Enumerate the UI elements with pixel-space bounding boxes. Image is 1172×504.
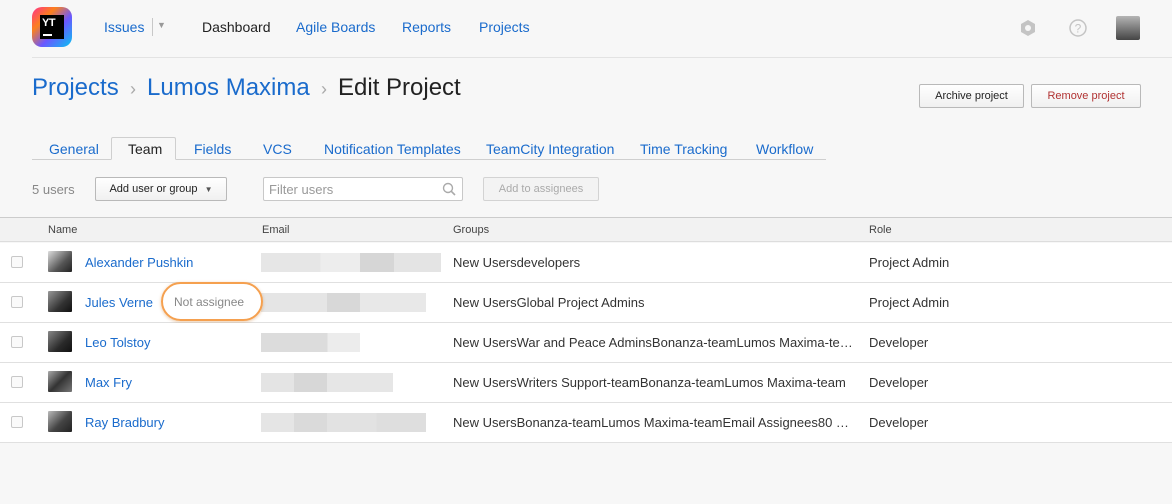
- add-user-button[interactable]: Add user or group ▼: [95, 177, 227, 201]
- email-redacted: [261, 253, 441, 272]
- row-checkbox[interactable]: [11, 376, 23, 388]
- search-icon: [442, 182, 456, 196]
- logo-underline: [43, 34, 52, 36]
- user-role: Project Admin: [869, 295, 950, 310]
- add-user-label: Add user or group: [109, 183, 198, 195]
- user-role: Project Admin: [869, 255, 950, 270]
- user-name-link[interactable]: Ray Bradbury: [85, 415, 164, 430]
- email-redacted: [261, 293, 426, 312]
- breadcrumb-projects[interactable]: Projects: [32, 74, 119, 102]
- filter-users-input[interactable]: Filter users: [263, 177, 463, 201]
- tab-notification-templates[interactable]: Notification Templates: [324, 141, 461, 157]
- user-avatar: [48, 331, 72, 352]
- user-avatar: [48, 251, 72, 272]
- email-redacted: [261, 333, 360, 352]
- add-to-assignees-button[interactable]: Add to assignees: [483, 177, 599, 201]
- not-assignee-badge: Not assignee: [161, 282, 263, 321]
- row-checkbox[interactable]: [11, 336, 23, 348]
- user-avatar: [48, 291, 72, 312]
- nav-issues[interactable]: Issues: [104, 19, 144, 35]
- svg-text:?: ?: [1075, 22, 1082, 36]
- user-groups: New UsersWriters Support-teamBonanza-tea…: [453, 375, 846, 390]
- column-email[interactable]: Email: [262, 224, 290, 236]
- nav-separator: [152, 18, 153, 36]
- user-name-link[interactable]: Jules Verne: [85, 295, 153, 310]
- user-name-link[interactable]: Leo Tolstoy: [85, 335, 151, 350]
- header-divider: [32, 57, 1172, 58]
- nav-dashboard[interactable]: Dashboard: [202, 19, 271, 35]
- user-avatar[interactable]: [1116, 16, 1140, 40]
- tab-teamcity-integration[interactable]: TeamCity Integration: [486, 141, 614, 157]
- settings-icon[interactable]: [1018, 18, 1038, 38]
- filter-placeholder: Filter users: [269, 182, 334, 197]
- tab-team[interactable]: Team: [128, 141, 162, 157]
- email-redacted: [261, 373, 393, 392]
- tab-vcs[interactable]: VCS: [263, 141, 292, 157]
- user-groups: New UsersBonanza-teamLumos Maxima-teamEm…: [453, 415, 849, 430]
- user-role: Developer: [869, 375, 929, 390]
- user-name-link[interactable]: Max Fry: [85, 375, 132, 390]
- page-title: Edit Project: [338, 74, 461, 101]
- email-redacted: [261, 413, 426, 432]
- remove-project-button[interactable]: Remove project: [1031, 84, 1141, 108]
- tab-workflow[interactable]: Workflow: [756, 141, 813, 157]
- chevron-down-icon: ▼: [204, 185, 213, 194]
- user-groups: New UsersWar and Peace AdminsBonanza-tea…: [453, 335, 853, 350]
- table-header: [0, 218, 1172, 242]
- column-groups[interactable]: Groups: [453, 224, 489, 236]
- tab-time-tracking[interactable]: Time Tracking: [640, 141, 727, 157]
- user-role: Developer: [869, 415, 929, 430]
- users-count: 5 users: [32, 182, 75, 197]
- user-role: Developer: [869, 335, 929, 350]
- logo-text: YT: [42, 17, 56, 29]
- breadcrumb-separator: ›: [130, 79, 136, 99]
- user-groups: New Usersdevelopers: [453, 255, 581, 270]
- row-checkbox[interactable]: [11, 256, 23, 268]
- help-icon[interactable]: ?: [1068, 18, 1088, 38]
- column-role[interactable]: Role: [869, 224, 892, 236]
- column-name[interactable]: Name: [48, 224, 77, 236]
- breadcrumb-separator: ›: [321, 79, 327, 99]
- user-groups: New UsersGlobal Project Admins: [453, 295, 645, 310]
- breadcrumb-project[interactable]: Lumos Maxima: [147, 74, 310, 102]
- row-checkbox[interactable]: [11, 296, 23, 308]
- nav-projects[interactable]: Projects: [479, 19, 530, 35]
- chevron-down-icon[interactable]: ▼: [157, 20, 166, 30]
- row-checkbox[interactable]: [11, 416, 23, 428]
- nav-reports[interactable]: Reports: [402, 19, 451, 35]
- nav-agile-boards[interactable]: Agile Boards: [296, 19, 375, 35]
- user-avatar: [48, 411, 72, 432]
- tab-fields[interactable]: Fields: [194, 141, 231, 157]
- not-assignee-label: Not assignee: [174, 295, 245, 309]
- youtrack-logo[interactable]: YT: [32, 7, 72, 47]
- user-name-link[interactable]: Alexander Pushkin: [85, 255, 193, 270]
- user-avatar: [48, 371, 72, 392]
- archive-project-button[interactable]: Archive project: [919, 84, 1024, 108]
- tab-general[interactable]: General: [49, 141, 99, 157]
